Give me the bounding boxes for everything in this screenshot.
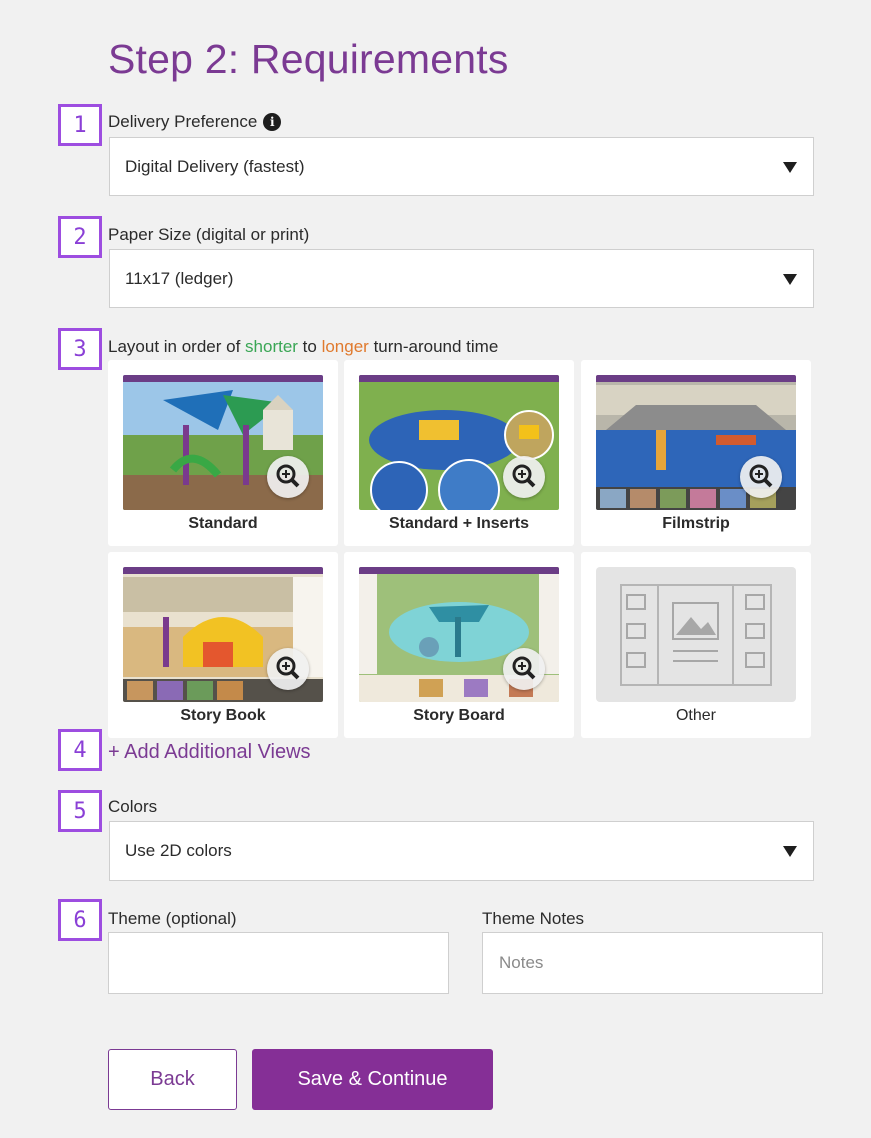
story-book-thumbnail — [123, 567, 323, 702]
layout-option-other[interactable]: Other — [581, 552, 811, 738]
paper-size-label: Paper Size (digital or print) — [108, 225, 310, 244]
back-button[interactable]: Back — [108, 1049, 237, 1110]
layout-label-mid: to — [297, 337, 322, 356]
layout-option-caption: Filmstrip — [662, 515, 730, 532]
layout-label-suffix: turn-around time — [368, 337, 499, 356]
colors-value: Use 2D colors — [125, 841, 232, 860]
zoom-icon[interactable] — [740, 456, 782, 498]
step-badge-3: 3 — [58, 328, 102, 370]
layout-option-story-book[interactable]: Story Book — [108, 552, 338, 738]
layout-option-story-board[interactable]: Story Board — [344, 552, 574, 738]
layout-label-prefix: Layout in order of — [108, 337, 246, 356]
caret-down-icon — [783, 274, 797, 285]
theme-notes-input[interactable] — [482, 932, 823, 994]
story-board-thumbnail — [359, 567, 559, 702]
layout-option-caption: Other — [675, 707, 716, 724]
layout-label: Layout in order of shorter to longer tur… — [108, 337, 498, 357]
layout-option-standard[interactable]: Standard — [108, 360, 338, 546]
standard-thumbnail — [123, 375, 323, 510]
theme-notes-label: Theme Notes — [482, 909, 585, 928]
layout-label-shorter: shorter — [245, 337, 298, 356]
layout-option-caption: Standard + Inserts — [388, 515, 530, 532]
paper-size-select[interactable]: 11x17 (ledger) — [109, 249, 814, 308]
colors-label: Colors — [108, 797, 158, 816]
save-continue-button[interactable]: Save & Continue — [252, 1049, 493, 1110]
layout-option-filmstrip[interactable]: Filmstrip — [581, 360, 811, 546]
image-placeholder-icon — [596, 567, 796, 702]
caret-down-icon — [783, 162, 797, 173]
standard-inserts-thumbnail — [359, 375, 559, 510]
layout-option-caption: Standard — [188, 515, 258, 532]
layout-option-standard-inserts[interactable]: Standard + Inserts — [344, 360, 574, 546]
step-badge-5: 5 — [58, 790, 102, 832]
theme-input[interactable] — [108, 932, 449, 994]
delivery-preference-value: Digital Delivery (fastest) — [125, 156, 305, 176]
theme-label: Theme (optional) — [108, 909, 237, 928]
layout-option-caption: Story Board — [413, 707, 505, 724]
zoom-icon[interactable] — [503, 456, 545, 498]
layout-label-longer: longer — [321, 337, 369, 356]
page-title: Step 2: Requirements — [108, 36, 509, 82]
zoom-icon[interactable] — [267, 456, 309, 498]
delivery-preference-select[interactable]: Digital Delivery (fastest) — [109, 137, 814, 196]
info-icon[interactable]: i — [263, 113, 282, 131]
caret-down-icon — [783, 846, 797, 857]
colors-select[interactable]: Use 2D colors — [109, 821, 814, 881]
layout-option-caption: Story Book — [180, 707, 266, 724]
step-badge-2: 2 — [58, 216, 102, 258]
filmstrip-thumbnail — [596, 375, 796, 510]
step-badge-6: 6 — [58, 899, 102, 941]
add-additional-views-link[interactable]: + Add Additional Views — [108, 741, 311, 764]
zoom-icon[interactable] — [267, 648, 309, 690]
zoom-icon[interactable] — [503, 648, 545, 690]
step-badge-4: 4 — [58, 729, 102, 771]
delivery-preference-label-text: Delivery Preference — [108, 112, 258, 131]
step-badge-1: 1 — [58, 104, 102, 146]
paper-size-value: 11x17 (ledger) — [125, 268, 234, 288]
delivery-preference-label: Delivery Preference i — [108, 112, 282, 132]
